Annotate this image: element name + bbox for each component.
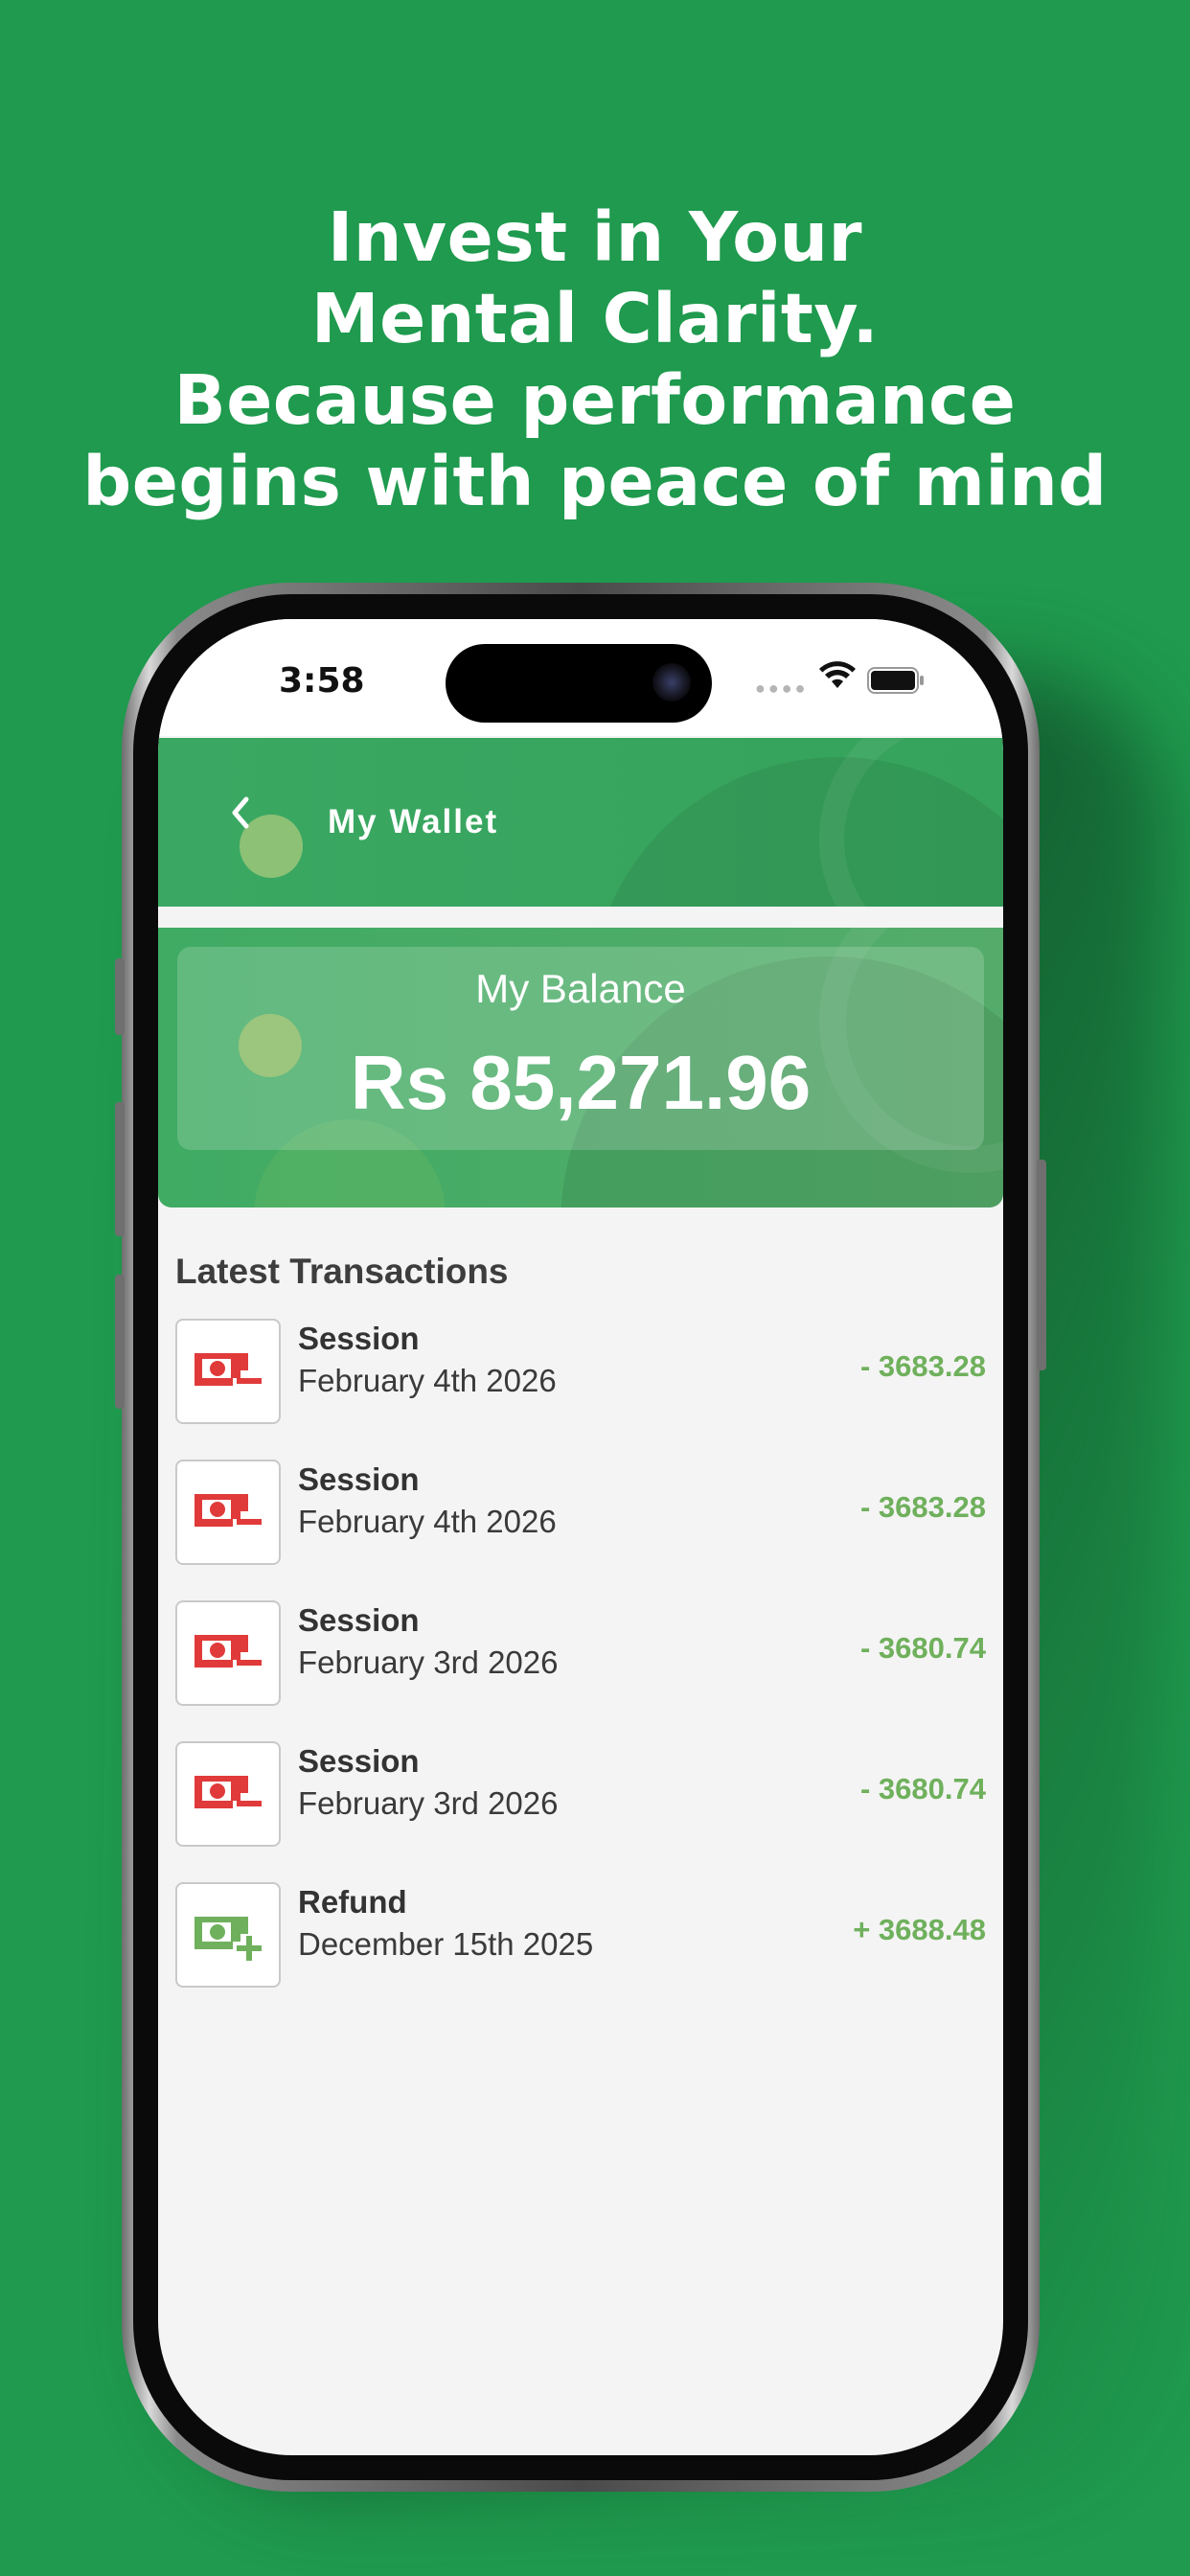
transaction-icon-box bbox=[175, 1460, 281, 1565]
phone-volume-down-button bbox=[115, 1275, 125, 1409]
cash-minus-icon bbox=[195, 1776, 262, 1808]
marketing-headline: Invest in Your Mental Clarity. Because p… bbox=[0, 196, 1190, 522]
transaction-title: Session bbox=[298, 1461, 420, 1497]
balance-label: My Balance bbox=[475, 966, 686, 1011]
transaction-title: Session bbox=[298, 1321, 420, 1356]
transaction-date: December 15th 2025 bbox=[298, 1926, 594, 1962]
headline-line-2: Mental Clarity. bbox=[310, 279, 880, 358]
status-time: 3:58 bbox=[279, 661, 365, 701]
transaction-icon-box bbox=[175, 1741, 281, 1847]
transaction-icon-box bbox=[175, 1600, 281, 1706]
transaction-amount: - 3680.74 bbox=[860, 1631, 986, 1665]
balance-amount: Rs 85,271.96 bbox=[350, 1040, 812, 1125]
transaction-title: Session bbox=[298, 1602, 420, 1638]
transaction-item[interactable]: Session February 4th 2026 - 3683.28 bbox=[175, 1319, 986, 1424]
camera-icon bbox=[652, 663, 691, 702]
transaction-title: Session bbox=[298, 1743, 420, 1779]
app-header: My Wallet bbox=[158, 738, 1003, 907]
transaction-item[interactable]: Session February 3rd 2026 - 3680.74 bbox=[175, 1741, 986, 1847]
transaction-item[interactable]: Refund December 15th 2025 + 3688.48 bbox=[175, 1882, 986, 1988]
chevron-left-icon bbox=[232, 796, 249, 829]
transaction-date: February 3rd 2026 bbox=[298, 1785, 559, 1821]
phone-power-button bbox=[1037, 1160, 1046, 1370]
transaction-item[interactable]: Session February 4th 2026 - 3683.28 bbox=[175, 1460, 986, 1565]
phone-volume-up-button bbox=[115, 1102, 125, 1236]
cash-plus-icon bbox=[195, 1917, 262, 1961]
cash-minus-icon bbox=[195, 1353, 262, 1386]
page-title: My Wallet bbox=[328, 803, 499, 840]
transaction-date: February 4th 2026 bbox=[298, 1363, 557, 1398]
balance-card: My Balance Rs 85,271.96 bbox=[177, 947, 984, 1150]
cash-minus-icon bbox=[195, 1635, 262, 1668]
header-decoration-ring bbox=[819, 738, 1003, 907]
transactions-title: Latest Transactions bbox=[175, 1252, 509, 1291]
status-bar: 3:58 ●●●● bbox=[158, 619, 1003, 736]
transaction-amount: - 3680.74 bbox=[860, 1772, 986, 1806]
back-button[interactable] bbox=[227, 794, 252, 840]
transaction-icon-box bbox=[175, 1319, 281, 1424]
transaction-icon-box bbox=[175, 1882, 281, 1988]
wifi-icon bbox=[819, 661, 856, 688]
transaction-item[interactable]: Session February 3rd 2026 - 3680.74 bbox=[175, 1600, 986, 1706]
phone-side-button bbox=[115, 958, 125, 1035]
signal-dots-icon: ●●●● bbox=[755, 678, 809, 698]
headline-line-3: Because performance bbox=[173, 360, 1017, 440]
cash-minus-icon bbox=[195, 1494, 262, 1527]
balance-panel: My Balance Rs 85,271.96 bbox=[158, 928, 1003, 1208]
headline-line-1: Invest in Your bbox=[327, 197, 863, 277]
headline-line-4: begins with peace of mind bbox=[82, 442, 1108, 521]
transaction-date: February 3rd 2026 bbox=[298, 1644, 559, 1680]
transaction-amount: - 3683.28 bbox=[860, 1490, 986, 1524]
transaction-amount: + 3688.48 bbox=[853, 1913, 986, 1946]
battery-icon bbox=[867, 667, 924, 694]
app-screen: 3:58 ●●●● My Wallet My Balance Rs 85,271… bbox=[158, 619, 1003, 2455]
transaction-amount: - 3683.28 bbox=[860, 1349, 986, 1383]
dynamic-island bbox=[446, 644, 712, 723]
transaction-title: Refund bbox=[298, 1884, 407, 1920]
transaction-date: February 4th 2026 bbox=[298, 1504, 557, 1539]
